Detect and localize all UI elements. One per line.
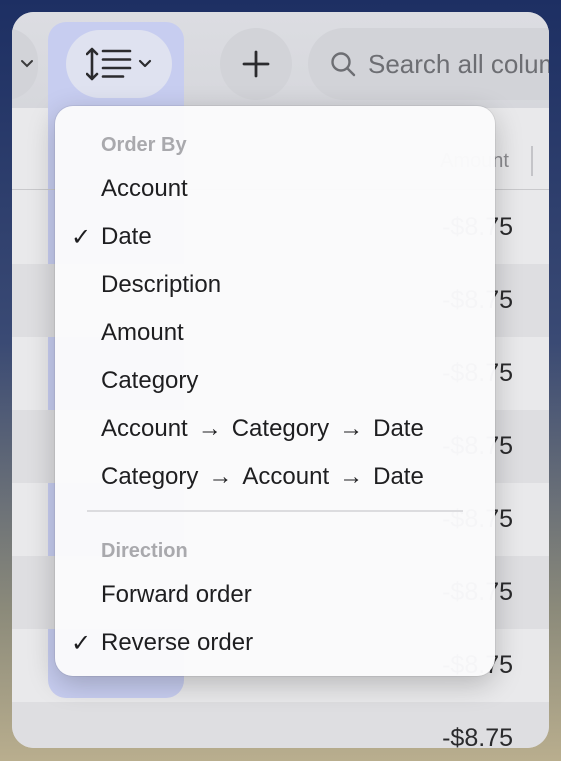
menu-item-label-part: Date [373, 463, 424, 490]
add-button[interactable] [220, 28, 292, 100]
menu-item-label: Reverse order [101, 629, 254, 656]
sort-lines-icon [86, 47, 132, 81]
search-input[interactable]: Search all columns [308, 28, 549, 100]
arrow-right-icon: → [339, 463, 364, 490]
menu-item-forward-order[interactable]: Forward order [55, 571, 495, 619]
menu-item-label-part: Date [373, 415, 424, 442]
checkmark-icon: ✓ [71, 224, 92, 251]
chevron-down-icon [21, 60, 33, 68]
menu-item-reverse-order[interactable]: ✓ Reverse order [55, 619, 495, 667]
menu-item-label-part: Category [101, 463, 199, 490]
menu-item-order-category-account-date[interactable]: Category → Account → Date [55, 453, 495, 501]
sort-order-menu: Order By Account ✓ Date Description Amou… [55, 106, 495, 676]
menu-item-label: Account [101, 175, 188, 202]
column-divider[interactable] [531, 146, 533, 176]
toolbar: Search all columns [12, 12, 549, 698]
arrow-right-icon: → [339, 415, 364, 442]
plus-icon [242, 50, 270, 78]
search-placeholder: Search all columns [368, 48, 549, 79]
menu-item-order-account-category-date[interactable]: Account → Category → Date [55, 405, 495, 453]
menu-item-order-date[interactable]: ✓ Date [55, 213, 495, 261]
menu-item-label-part: Category [231, 415, 330, 442]
menu-item-order-category[interactable]: Category [55, 357, 495, 405]
menu-item-label: Category [101, 367, 199, 394]
arrow-right-icon: → [197, 415, 222, 442]
amount-cell: -$8.75 [442, 724, 513, 748]
menu-item-label-part: Account [242, 463, 330, 490]
menu-separator [87, 510, 463, 512]
menu-item-label: Amount [101, 319, 184, 346]
checkmark-icon: ✓ [71, 630, 92, 657]
menu-item-label: Description [101, 271, 222, 298]
menu-item-order-account[interactable]: Account [55, 165, 495, 213]
search-icon [331, 52, 356, 77]
order-by-section-title: Order By [101, 134, 187, 156]
menu-item-label-part: Account [101, 415, 188, 442]
menu-item-order-description[interactable]: Description [55, 261, 495, 309]
direction-section-title: Direction [101, 540, 188, 562]
sort-order-button[interactable] [66, 30, 172, 98]
chevron-down-icon [138, 59, 152, 68]
menu-item-label: Forward order [101, 581, 252, 608]
arrow-right-icon: → [208, 463, 233, 490]
view-options-button[interactable] [12, 28, 38, 100]
menu-item-label: Date [101, 223, 152, 250]
menu-item-order-amount[interactable]: Amount [55, 309, 495, 357]
table-row[interactable]: -$8.75 [12, 702, 549, 748]
